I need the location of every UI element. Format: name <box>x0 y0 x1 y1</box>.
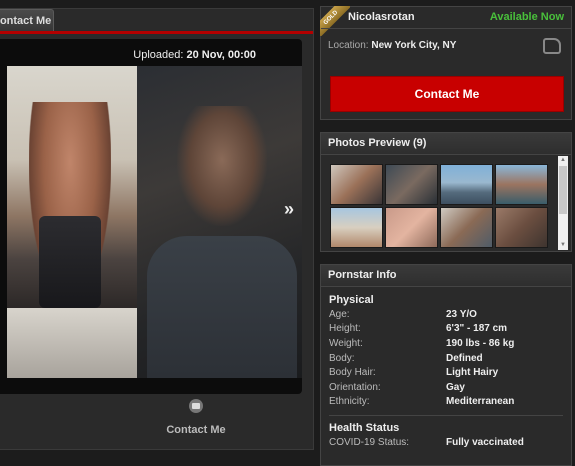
info-value: Mediterranean <box>446 396 515 407</box>
location: Location: New York City, NY <box>328 40 456 51</box>
contact-me-link[interactable]: Contact Me <box>150 399 242 436</box>
scroll-up-icon[interactable]: ▲ <box>560 157 566 163</box>
divider <box>329 415 563 416</box>
info-key: Body Hair: <box>329 367 376 378</box>
map-location-icon[interactable] <box>543 38 561 54</box>
thumbnail[interactable] <box>385 207 438 248</box>
info-value: Defined <box>446 353 483 364</box>
profile-name[interactable]: Nicolasrotan <box>348 11 415 23</box>
info-row-age: Age: 23 Y/O <box>329 309 564 323</box>
info-value: 23 Y/O <box>446 309 477 320</box>
info-title: Pornstar Info <box>321 265 571 287</box>
profile-card: GOLD Nicolasrotan Available Now Location… <box>320 6 572 120</box>
location-value: New York City, NY <box>371 40 457 51</box>
gallery-photo-mirror-selfie[interactable] <box>7 66 137 378</box>
info-row-covid: COVID-19 Status: Fully vaccinated <box>329 437 564 451</box>
info-key: Ethnicity: <box>329 396 370 407</box>
info-key: Body: <box>329 353 355 364</box>
info-row-ethnicity: Ethnicity: Mediterranean <box>329 396 564 410</box>
info-key: Height: <box>329 323 361 334</box>
info-row-body: Body: Defined <box>329 353 564 367</box>
contact-me-button[interactable]: Contact Me <box>330 76 564 112</box>
photo-face <box>177 106 267 226</box>
info-row-height: Height: 6'3" - 187 cm <box>329 323 564 337</box>
scrollbar-thumb[interactable] <box>559 166 567 214</box>
availability-status: Available Now <box>489 11 564 23</box>
contact-me-label: Contact Me <box>166 424 226 436</box>
info-row-body-hair: Body Hair: Light Hairy <box>329 367 564 381</box>
scroll-down-icon[interactable]: ▼ <box>560 242 566 248</box>
upload-info: Uploaded: 20 Nov, 00:00 <box>133 49 256 61</box>
next-photo-arrow-icon[interactable]: » <box>284 199 294 220</box>
info-key: Orientation: <box>329 382 381 393</box>
thumbnail[interactable] <box>330 207 383 248</box>
divider <box>321 28 571 29</box>
thumbnail[interactable] <box>330 164 383 205</box>
gallery-photo-car-selfie[interactable] <box>137 66 302 378</box>
info-value: 6'3" - 187 cm <box>446 323 508 334</box>
info-value: Gay <box>446 382 465 393</box>
info-value: 190 lbs - 86 kg <box>446 338 515 349</box>
thumbnail[interactable] <box>495 164 548 205</box>
gold-badge: GOLD <box>320 6 350 36</box>
thumbnail-grid <box>330 164 548 248</box>
tab-contact-me[interactable]: Contact Me <box>0 9 54 32</box>
gold-badge-label: GOLD <box>320 6 350 36</box>
pornstar-info-panel: Pornstar Info Physical Age: 23 Y/O Heigh… <box>320 264 572 466</box>
thumbnail[interactable] <box>440 207 493 248</box>
info-key: COVID-19 Status: <box>329 437 410 448</box>
photo-sink <box>7 308 137 378</box>
thumbnail[interactable] <box>385 164 438 205</box>
physical-section-title: Physical <box>329 294 374 306</box>
uploaded-label: Uploaded: <box>133 49 184 61</box>
photo-subject-jeans <box>39 216 101 308</box>
thumbnail[interactable] <box>495 207 548 248</box>
info-row-orientation: Orientation: Gay <box>329 382 564 396</box>
info-key: Weight: <box>329 338 363 349</box>
info-key: Age: <box>329 309 350 320</box>
location-label: Location: <box>328 40 369 51</box>
gallery-panel: Contact Me Uploaded: 20 Nov, 00:00 » Con… <box>0 8 314 450</box>
info-value: Light Hairy <box>446 367 499 378</box>
envelope-icon <box>189 399 203 413</box>
info-row-weight: Weight: 190 lbs - 86 kg <box>329 338 564 352</box>
info-value: Fully vaccinated <box>446 437 524 448</box>
tab-underline <box>0 31 313 34</box>
thumbnail-scrollbar[interactable]: ▲ ▼ <box>558 156 568 250</box>
photos-preview-panel: Photos Preview (9) ▲ ▼ <box>320 132 572 252</box>
photo-viewer[interactable]: Uploaded: 20 Nov, 00:00 » <box>0 39 302 394</box>
photo-shirt <box>147 236 297 378</box>
photos-preview-title: Photos Preview (9) <box>321 133 571 155</box>
thumbnail[interactable] <box>440 164 493 205</box>
health-section-title: Health Status <box>329 422 400 434</box>
uploaded-date: 20 Nov, 00:00 <box>186 49 256 61</box>
